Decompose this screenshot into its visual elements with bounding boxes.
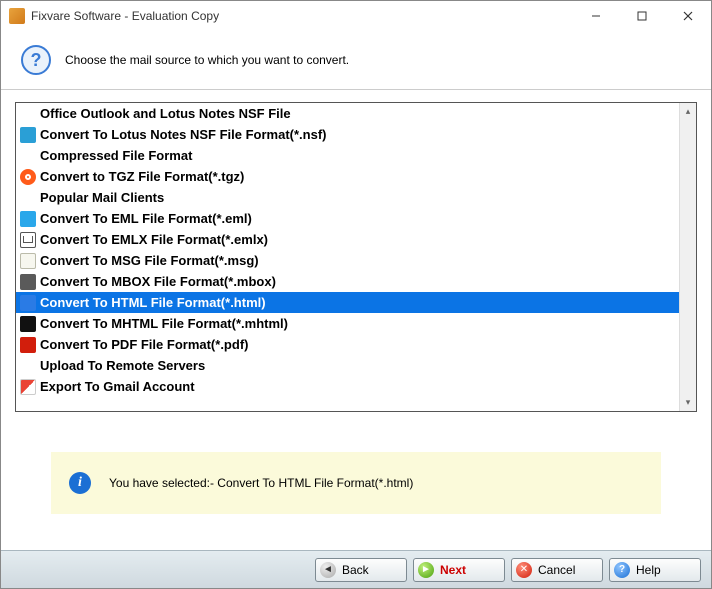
list-item-label: Convert To Lotus Notes NSF File Format(*…	[40, 127, 327, 142]
mhtml-icon	[20, 316, 36, 332]
list-item[interactable]: Convert To MBOX File Format(*.mbox)	[16, 271, 679, 292]
emlx-icon	[20, 232, 36, 248]
question-icon: ?	[21, 45, 51, 75]
window-title: Fixvare Software - Evaluation Copy	[31, 9, 573, 23]
list-item-label: Convert To HTML File Format(*.html)	[40, 295, 266, 310]
list-item-label: Convert To MHTML File Format(*.mhtml)	[40, 316, 288, 331]
help-button[interactable]: ? Help	[609, 558, 701, 582]
list-section-header: Popular Mail Clients	[16, 187, 679, 208]
selection-text: You have selected:- Convert To HTML File…	[109, 476, 413, 490]
instruction-header: ? Choose the mail source to which you wa…	[1, 31, 711, 90]
list-section-header: Office Outlook and Lotus Notes NSF File	[16, 103, 679, 124]
app-icon	[9, 8, 25, 24]
list-item-label: Popular Mail Clients	[40, 190, 164, 205]
list-item[interactable]: Convert To HTML File Format(*.html)	[16, 292, 679, 313]
pdf-icon	[20, 337, 36, 353]
list-item-label: Compressed File Format	[40, 148, 192, 163]
footer: ◄ Back ► Next ✕ Cancel ? Help	[1, 550, 711, 588]
list-item-label: Convert To EML File Format(*.eml)	[40, 211, 252, 226]
back-arrow-icon: ◄	[320, 562, 336, 578]
selection-infobar: i You have selected:- Convert To HTML Fi…	[51, 452, 661, 514]
html-icon	[20, 295, 36, 311]
mbox-icon	[20, 274, 36, 290]
list-item[interactable]: Convert To MSG File Format(*.msg)	[16, 250, 679, 271]
scroll-up-icon[interactable]: ▴	[680, 103, 696, 120]
titlebar: Fixvare Software - Evaluation Copy	[1, 1, 711, 31]
msg-icon	[20, 253, 36, 269]
next-arrow-icon: ►	[418, 562, 434, 578]
list-item-label: Convert To PDF File Format(*.pdf)	[40, 337, 248, 352]
tgz-icon	[20, 169, 36, 185]
list-section-header: Upload To Remote Servers	[16, 355, 679, 376]
info-icon: i	[69, 472, 91, 494]
list-item-label: Convert To EMLX File Format(*.emlx)	[40, 232, 268, 247]
list-item[interactable]: Convert To Lotus Notes NSF File Format(*…	[16, 124, 679, 145]
close-button[interactable]	[665, 1, 711, 31]
app-window: Fixvare Software - Evaluation Copy ? Cho…	[0, 0, 712, 589]
gmail-icon	[20, 379, 36, 395]
next-button[interactable]: ► Next	[413, 558, 505, 582]
eml-icon	[20, 211, 36, 227]
list-item-label: Convert To MSG File Format(*.msg)	[40, 253, 259, 268]
cancel-button[interactable]: ✕ Cancel	[511, 558, 603, 582]
list-item-label: Export To Gmail Account	[40, 379, 195, 394]
cancel-label: Cancel	[538, 563, 575, 577]
minimize-button[interactable]	[573, 1, 619, 31]
format-list[interactable]: Office Outlook and Lotus Notes NSF File C…	[16, 103, 679, 411]
list-item[interactable]: Convert To PDF File Format(*.pdf)	[16, 334, 679, 355]
list-item-label: Convert To MBOX File Format(*.mbox)	[40, 274, 276, 289]
back-button[interactable]: ◄ Back	[315, 558, 407, 582]
scrollbar[interactable]: ▴ ▾	[679, 103, 696, 411]
format-list-container: Office Outlook and Lotus Notes NSF File C…	[15, 102, 697, 412]
list-item[interactable]: Export To Gmail Account	[16, 376, 679, 397]
list-item[interactable]: Convert to TGZ File Format(*.tgz)	[16, 166, 679, 187]
next-label: Next	[440, 563, 466, 577]
list-item[interactable]: Convert To EML File Format(*.eml)	[16, 208, 679, 229]
window-controls	[573, 1, 711, 31]
list-section-header: Compressed File Format	[16, 145, 679, 166]
list-item[interactable]: Convert To MHTML File Format(*.mhtml)	[16, 313, 679, 334]
help-question-icon: ?	[614, 562, 630, 578]
list-item[interactable]: Convert To EMLX File Format(*.emlx)	[16, 229, 679, 250]
nsf-icon	[20, 127, 36, 143]
cancel-x-icon: ✕	[516, 562, 532, 578]
list-item-label: Convert to TGZ File Format(*.tgz)	[40, 169, 244, 184]
scroll-down-icon[interactable]: ▾	[680, 394, 696, 411]
content-area: Office Outlook and Lotus Notes NSF File C…	[1, 90, 711, 550]
back-label: Back	[342, 563, 369, 577]
list-item-label: Office Outlook and Lotus Notes NSF File	[40, 106, 291, 121]
list-item-label: Upload To Remote Servers	[40, 358, 205, 373]
instruction-text: Choose the mail source to which you want…	[65, 53, 349, 67]
help-label: Help	[636, 563, 661, 577]
maximize-button[interactable]	[619, 1, 665, 31]
